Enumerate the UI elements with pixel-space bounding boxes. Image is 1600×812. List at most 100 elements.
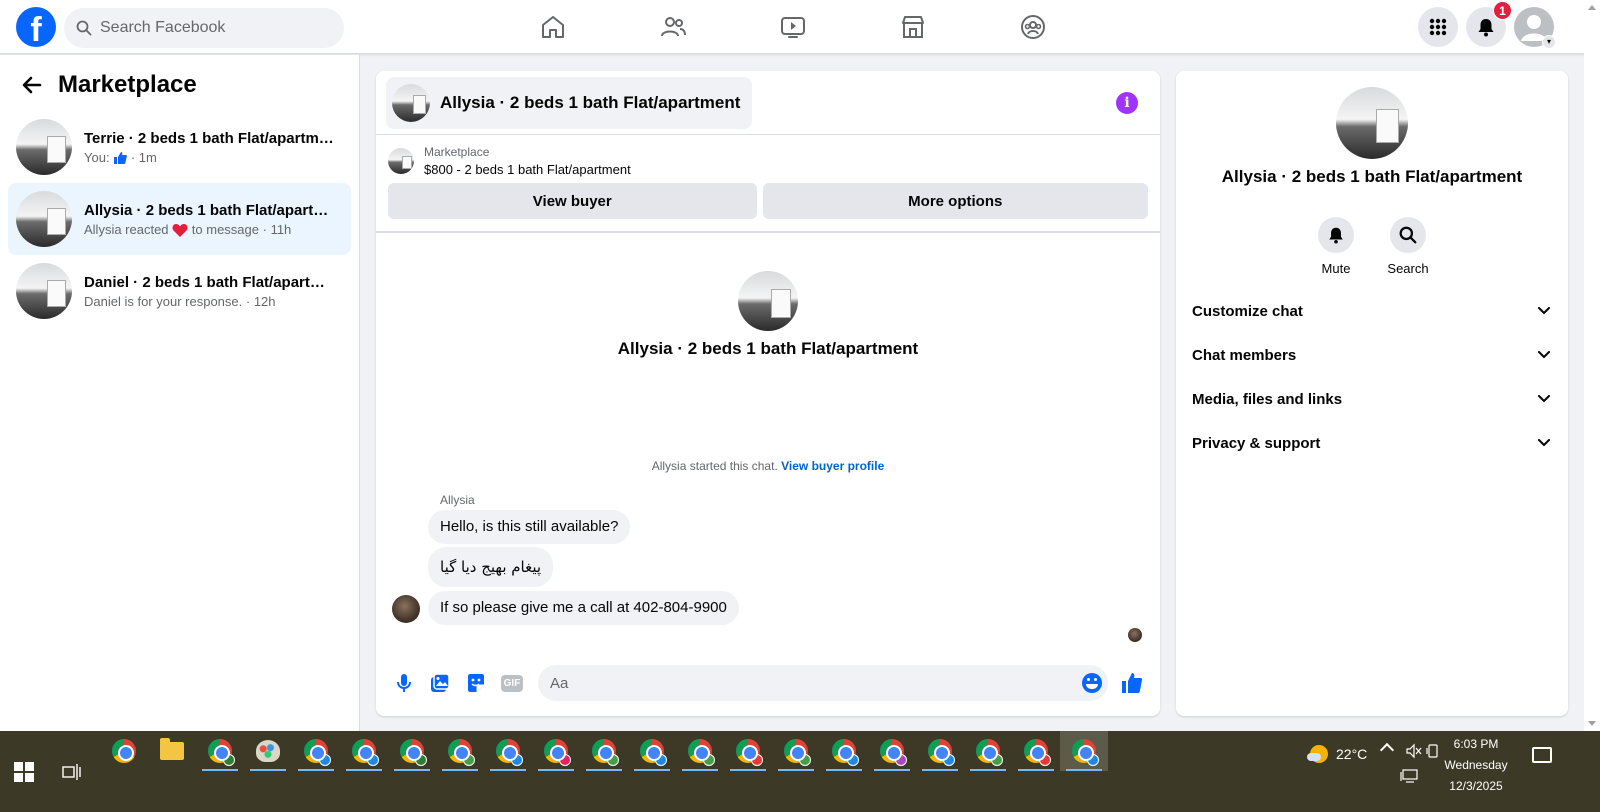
marketplace-icon xyxy=(902,16,924,38)
folder-icon xyxy=(160,738,184,760)
chrome-icon xyxy=(928,739,955,766)
view-buyer-button[interactable]: View buyer xyxy=(388,183,757,219)
profile-badge-icon xyxy=(943,754,955,766)
taskbar-chrome-profile-window[interactable] xyxy=(340,731,388,771)
taskbar-file-explorer[interactable] xyxy=(148,731,196,771)
message-input[interactable] xyxy=(550,674,1082,692)
info-icon[interactable]: i xyxy=(1116,92,1138,114)
listing-thumbnail xyxy=(388,148,414,174)
attach-photo-button[interactable] xyxy=(422,665,458,701)
listing-source: Marketplace xyxy=(424,145,490,159)
profile-badge-icon xyxy=(319,754,331,766)
section-privacy-support[interactable]: Privacy & support xyxy=(1184,421,1560,465)
taskbar-chrome-profile-window[interactable] xyxy=(388,731,436,771)
taskbar-paint-app[interactable] xyxy=(244,731,292,771)
message-bubble[interactable]: پیغام بھیج دیا گیا xyxy=(428,547,554,587)
message-bubble[interactable]: Hello, is this still available? xyxy=(428,510,631,544)
nav-home[interactable] xyxy=(493,0,613,54)
nav-groups[interactable] xyxy=(973,0,1093,54)
taskbar-chrome-profile-window[interactable] xyxy=(436,731,484,771)
windows-start-icon[interactable] xyxy=(14,762,34,782)
friends-icon xyxy=(661,17,686,37)
chevron-down-icon xyxy=(1538,439,1550,447)
taskbar-chrome-profile-window[interactable] xyxy=(868,731,916,771)
sticker-button[interactable] xyxy=(458,665,494,701)
taskbar-chrome-profile-window[interactable] xyxy=(580,731,628,771)
section-chat-members[interactable]: Chat members xyxy=(1184,333,1560,377)
search-conversation-button[interactable] xyxy=(1390,217,1426,253)
taskbar-chrome-profile-window[interactable] xyxy=(196,731,244,771)
scroll-down-arrow-icon[interactable] xyxy=(1588,721,1596,726)
gif-button[interactable]: GIF xyxy=(494,665,530,701)
top-navigation-bar: f 1 ▾ xyxy=(0,0,1584,54)
sender-avatar[interactable] xyxy=(392,595,420,623)
conversation-preview: Daniel is for your response. · 12h xyxy=(84,293,276,309)
taskbar-chrome[interactable] xyxy=(100,731,148,771)
taskbar-chrome-profile-window[interactable] xyxy=(484,731,532,771)
nav-friends[interactable] xyxy=(613,0,733,54)
volume-muted-icon[interactable] xyxy=(1406,743,1422,759)
windows-taskbar: 22°C 6:03 PM Wednesday 12/3/2025 xyxy=(0,731,1600,812)
taskbar-chrome-profile-window[interactable] xyxy=(1012,731,1060,771)
taskbar-clock[interactable]: 6:03 PM Wednesday 12/3/2025 xyxy=(1436,734,1516,797)
view-buyer-profile-link[interactable]: View buyer profile xyxy=(781,459,884,473)
conversation-name: Allysia · 2 beds 1 bath Flat/apartm... xyxy=(84,201,334,219)
action-center-icon[interactable] xyxy=(1532,747,1552,763)
send-like-button[interactable] xyxy=(1114,665,1150,701)
mute-button[interactable] xyxy=(1318,217,1354,253)
taskbar-chrome-profile-window[interactable] xyxy=(628,731,676,771)
search-box[interactable] xyxy=(64,8,344,48)
voice-clip-button[interactable] xyxy=(386,665,422,701)
groups-icon xyxy=(1021,15,1045,39)
chat-title-button[interactable]: Allysia · 2 beds 1 bath Flat/apartment xyxy=(386,77,753,129)
taskbar-chrome-profile-window[interactable] xyxy=(676,731,724,771)
chrome-icon xyxy=(544,739,571,766)
listing-price[interactable]: $800 - 2 beds 1 bath Flat/apartment xyxy=(424,162,631,177)
facebook-logo[interactable]: f xyxy=(16,7,56,47)
taskbar-chrome-profile-window[interactable] xyxy=(964,731,1012,771)
back-button[interactable] xyxy=(16,69,48,101)
chat-info-actions: Mute Search xyxy=(1176,217,1568,276)
mute-label: Mute xyxy=(1321,261,1351,276)
nav-video[interactable] xyxy=(733,0,853,54)
scroll-up-arrow-icon[interactable] xyxy=(1588,5,1596,10)
taskbar-chrome-profile-window[interactable] xyxy=(1060,731,1108,771)
notifications-button[interactable]: 1 xyxy=(1466,1,1512,47)
chrome-icon xyxy=(352,739,379,766)
chrome-icon xyxy=(112,739,136,763)
profile-badge-icon xyxy=(223,754,235,766)
taskbar-chrome-profile-window[interactable] xyxy=(724,731,772,771)
profile-badge-icon xyxy=(367,754,379,766)
conversation-item-allysia[interactable]: Allysia · 2 beds 1 bath Flat/apartm... A… xyxy=(8,183,351,255)
section-customize-chat[interactable]: Customize chat xyxy=(1184,289,1560,333)
task-view-icon[interactable] xyxy=(62,762,82,782)
message-input-box[interactable] xyxy=(538,665,1108,701)
nav-marketplace[interactable] xyxy=(853,0,973,54)
chat-header: Allysia · 2 beds 1 bath Flat/apartment i xyxy=(376,71,1160,135)
taskbar-chrome-profile-window[interactable] xyxy=(772,731,820,771)
message-bubble[interactable]: If so please give me a call at 402-804-9… xyxy=(428,591,739,625)
page-scrollbar[interactable] xyxy=(1584,0,1600,731)
search-action[interactable]: Search xyxy=(1387,217,1429,276)
taskbar-chrome-profile-window[interactable] xyxy=(916,731,964,771)
taskbar-chrome-profile-window[interactable] xyxy=(820,731,868,771)
microphone-icon xyxy=(397,674,411,692)
mute-action[interactable]: Mute xyxy=(1318,217,1354,276)
clock-time: 6:03 PM xyxy=(1453,737,1499,751)
conversation-item-terrie[interactable]: Terrie · 2 beds 1 bath Flat/apartment Yo… xyxy=(8,111,351,183)
taskbar-chrome-profile-window[interactable] xyxy=(532,731,580,771)
menu-button[interactable] xyxy=(1418,7,1458,47)
more-options-button[interactable]: More options xyxy=(762,183,1148,219)
chrome-icon xyxy=(880,739,907,766)
section-media-files-links[interactable]: Media, files and links xyxy=(1184,377,1560,421)
clock-day: Wednesday xyxy=(1444,758,1508,772)
listing-thumbnail xyxy=(16,191,72,247)
search-input[interactable] xyxy=(100,19,320,37)
network-icon[interactable] xyxy=(1400,769,1418,783)
conversation-item-daniel[interactable]: Daniel · 2 beds 1 bath Flat/apartm... Da… xyxy=(8,255,351,327)
emoji-icon[interactable] xyxy=(1082,673,1102,693)
profile-button[interactable]: ▾ xyxy=(1514,7,1556,49)
taskbar-chrome-profile-window[interactable] xyxy=(292,731,340,771)
profile-badge-icon xyxy=(511,754,523,766)
video-icon xyxy=(781,17,805,38)
